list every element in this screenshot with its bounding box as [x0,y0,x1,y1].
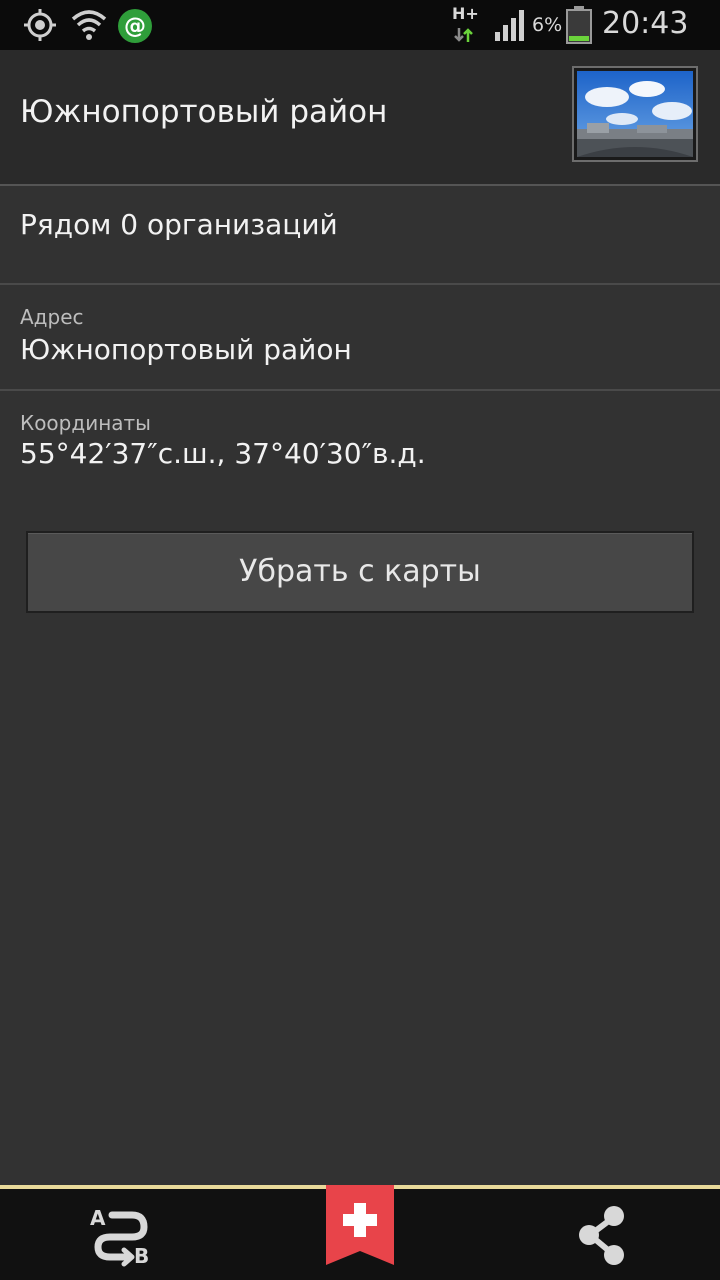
panorama-image [577,71,693,157]
nearby-organizations-text: Рядом 0 организаций [20,208,338,241]
svg-text:A: A [90,1206,106,1230]
bottom-action-bar: A B [0,1185,720,1280]
wifi-icon [71,10,107,40]
share-icon[interactable] [578,1205,626,1267]
svg-text:@: @ [124,14,146,39]
place-header: Южнопортовый район [0,50,720,186]
place-title: Южнопортовый район [20,94,388,130]
mail-agent-icon: @ [118,9,152,43]
signal-icon [495,10,524,41]
coordinates-label: Координаты [20,411,151,435]
address-row: Адрес Южнопортовый район [0,285,720,391]
status-bar: @ H+ 6% 20:43 [0,0,720,50]
network-type: H+ [452,4,479,23]
svg-text:B: B [134,1244,149,1268]
coordinates-value[interactable]: 55°42′37″с.ш., 37°40′30″в.д. [20,437,426,470]
route-icon[interactable]: A B [88,1203,158,1269]
add-bookmark-icon[interactable] [326,1185,394,1265]
coordinates-section: Координаты 55°42′37″с.ш., 37°40′30″в.д. [0,391,720,491]
nearby-organizations-row[interactable]: Рядом 0 организаций [0,186,720,285]
address-value: Южнопортовый район [20,333,352,366]
clock: 20:43 [602,6,689,41]
battery-icon [566,6,592,44]
remove-from-map-button[interactable]: Убрать с карты [26,531,694,613]
data-arrows-icon [454,28,473,42]
address-label: Адрес [20,305,84,329]
location-icon [24,9,56,41]
battery-percent: 6% [532,14,563,36]
panorama-thumbnail[interactable] [572,66,698,162]
